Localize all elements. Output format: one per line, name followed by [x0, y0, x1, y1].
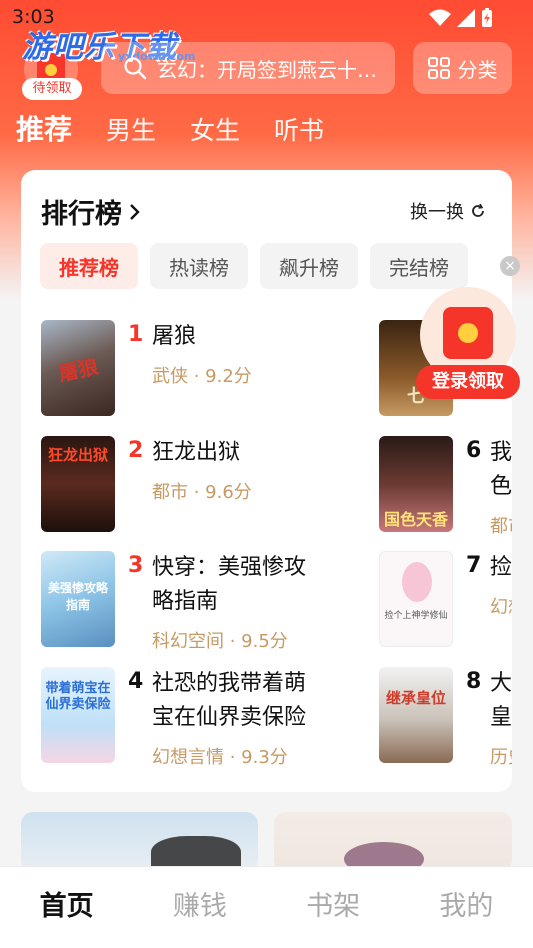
rank-number: 3	[128, 553, 144, 578]
book-cover: 国色天香	[379, 436, 453, 532]
book-meta: 武侠 · 9.2分	[152, 366, 252, 387]
book-title: 屠狼	[152, 324, 197, 349]
book-meta: 都市	[490, 516, 512, 537]
rank-number: 2	[128, 438, 144, 463]
cover-title: 继承皇位	[385, 689, 446, 707]
tab-audiobook[interactable]: 听书	[274, 111, 324, 147]
book-title: 大皇	[490, 671, 512, 730]
category-label: 分类	[457, 57, 498, 82]
channel-tabs: 推荐 男生 女生 听书	[16, 108, 324, 148]
nav-bookshelf[interactable]: 书架	[267, 867, 400, 948]
tab-female[interactable]: 女生	[190, 111, 240, 147]
promo-banner-right[interactable]	[274, 812, 512, 872]
login-reward-float[interactable]: 登录领取	[416, 287, 520, 401]
chip-rising[interactable]: 飙升榜	[260, 243, 358, 289]
pending-label: 待领取	[22, 78, 82, 100]
book-title: 狂龙出狱	[152, 440, 241, 465]
book-title: 我色	[490, 440, 512, 499]
book-meta: 幻想	[490, 597, 512, 618]
book-meta: 历史	[490, 747, 512, 768]
rank-number: 6	[466, 438, 482, 463]
book-meta: 幻想言情 · 9.3分	[152, 747, 288, 768]
book-title: 捡	[490, 555, 512, 580]
nav-home[interactable]: 首页	[0, 867, 133, 948]
book-item[interactable]: 狂龙出狱 2 狂龙出狱 都市 · 9.6分	[41, 436, 291, 536]
grid-icon	[427, 57, 450, 79]
battery-icon	[482, 8, 492, 27]
chip-finished[interactable]: 完结榜	[370, 243, 468, 289]
book-cover: 捡个上神学修仙	[379, 551, 453, 647]
cover-title: 国色天香	[383, 510, 448, 529]
chip-hot[interactable]: 热读榜	[150, 243, 248, 289]
cover-art	[402, 562, 432, 602]
book-cover: 带着萌宝在仙界卖保险	[41, 667, 115, 763]
ranking-chips: 推荐榜 热读榜 飙升榜 完结榜	[40, 243, 468, 289]
book-cover: 狂龙出狱	[41, 436, 115, 532]
rank-number: 8	[466, 669, 482, 694]
ranking-card: 排行榜 换一换 推荐榜 热读榜 飙升榜 完结榜 屠狼 1 屠狼 武侠 · 9.2…	[21, 170, 512, 792]
book-title: 社恐的我带着萌宝在仙界卖保险	[152, 671, 307, 730]
ranking-title[interactable]: 排行榜	[41, 192, 142, 231]
book-item[interactable]: 带着萌宝在仙界卖保险 4 社恐的我带着萌宝在仙界卖保险 幻想言情 · 9.3分	[41, 667, 306, 768]
red-envelope-icon	[443, 307, 493, 359]
book-item[interactable]: 捡个上神学修仙 7 捡 幻想	[379, 551, 533, 651]
refresh-button[interactable]: 换一换	[410, 198, 486, 224]
search-bar[interactable]: 玄幻：开局签到燕云十…	[101, 42, 395, 94]
cover-title: 带着萌宝在仙界卖保险	[45, 681, 111, 712]
signal-icon	[457, 9, 475, 27]
rank-number: 1	[128, 322, 144, 347]
rank-number: 7	[466, 553, 482, 578]
nav-earn[interactable]: 赚钱	[133, 867, 266, 948]
book-meta: 都市 · 9.6分	[152, 482, 252, 503]
book-meta: 科幻空间 · 9.5分	[152, 631, 288, 652]
book-cover: 继承皇位	[379, 667, 453, 763]
promo-banner-left[interactable]	[21, 812, 258, 872]
rank-number: 4	[128, 669, 144, 694]
nav-mine[interactable]: 我的	[400, 867, 533, 948]
book-item[interactable]: 国色天香 6 我色 都市	[379, 436, 533, 537]
search-icon	[124, 57, 147, 80]
book-item[interactable]: 美强惨攻略指南 3 快穿：美强惨攻略指南 科幻空间 · 9.5分	[41, 551, 306, 652]
refresh-label: 换一换	[410, 202, 464, 223]
ranking-title-text: 排行榜	[41, 199, 122, 230]
cover-title: 狂龙出狱	[47, 446, 108, 464]
tab-male[interactable]: 男生	[106, 111, 156, 147]
refresh-icon	[472, 203, 484, 217]
cover-title: 捡个上神学修仙	[384, 611, 448, 621]
status-icons	[429, 8, 493, 28]
wifi-icon	[429, 9, 451, 26]
chip-recommend[interactable]: 推荐榜	[40, 243, 138, 289]
close-icon[interactable]: ×	[500, 256, 520, 276]
book-title: 快穿：美强惨攻略指南	[152, 555, 307, 614]
tab-recommend[interactable]: 推荐	[16, 108, 72, 148]
chevron-right-icon	[130, 203, 140, 220]
reward-label: 登录领取	[416, 365, 520, 399]
category-button[interactable]: 分类	[413, 42, 512, 94]
cover-title: 美强惨攻略指南	[47, 581, 108, 612]
book-item[interactable]: 继承皇位 8 大皇 历史	[379, 667, 533, 768]
search-placeholder: 玄幻：开局签到燕云十…	[157, 57, 377, 82]
book-cover: 美强惨攻略指南	[41, 551, 115, 647]
bottom-nav: 首页 赚钱 书架 我的	[0, 866, 533, 948]
book-item[interactable]: 屠狼 1 屠狼 武侠 · 9.2分	[41, 320, 291, 420]
cover-title: 屠狼	[56, 354, 101, 386]
book-cover: 屠狼	[41, 320, 115, 416]
